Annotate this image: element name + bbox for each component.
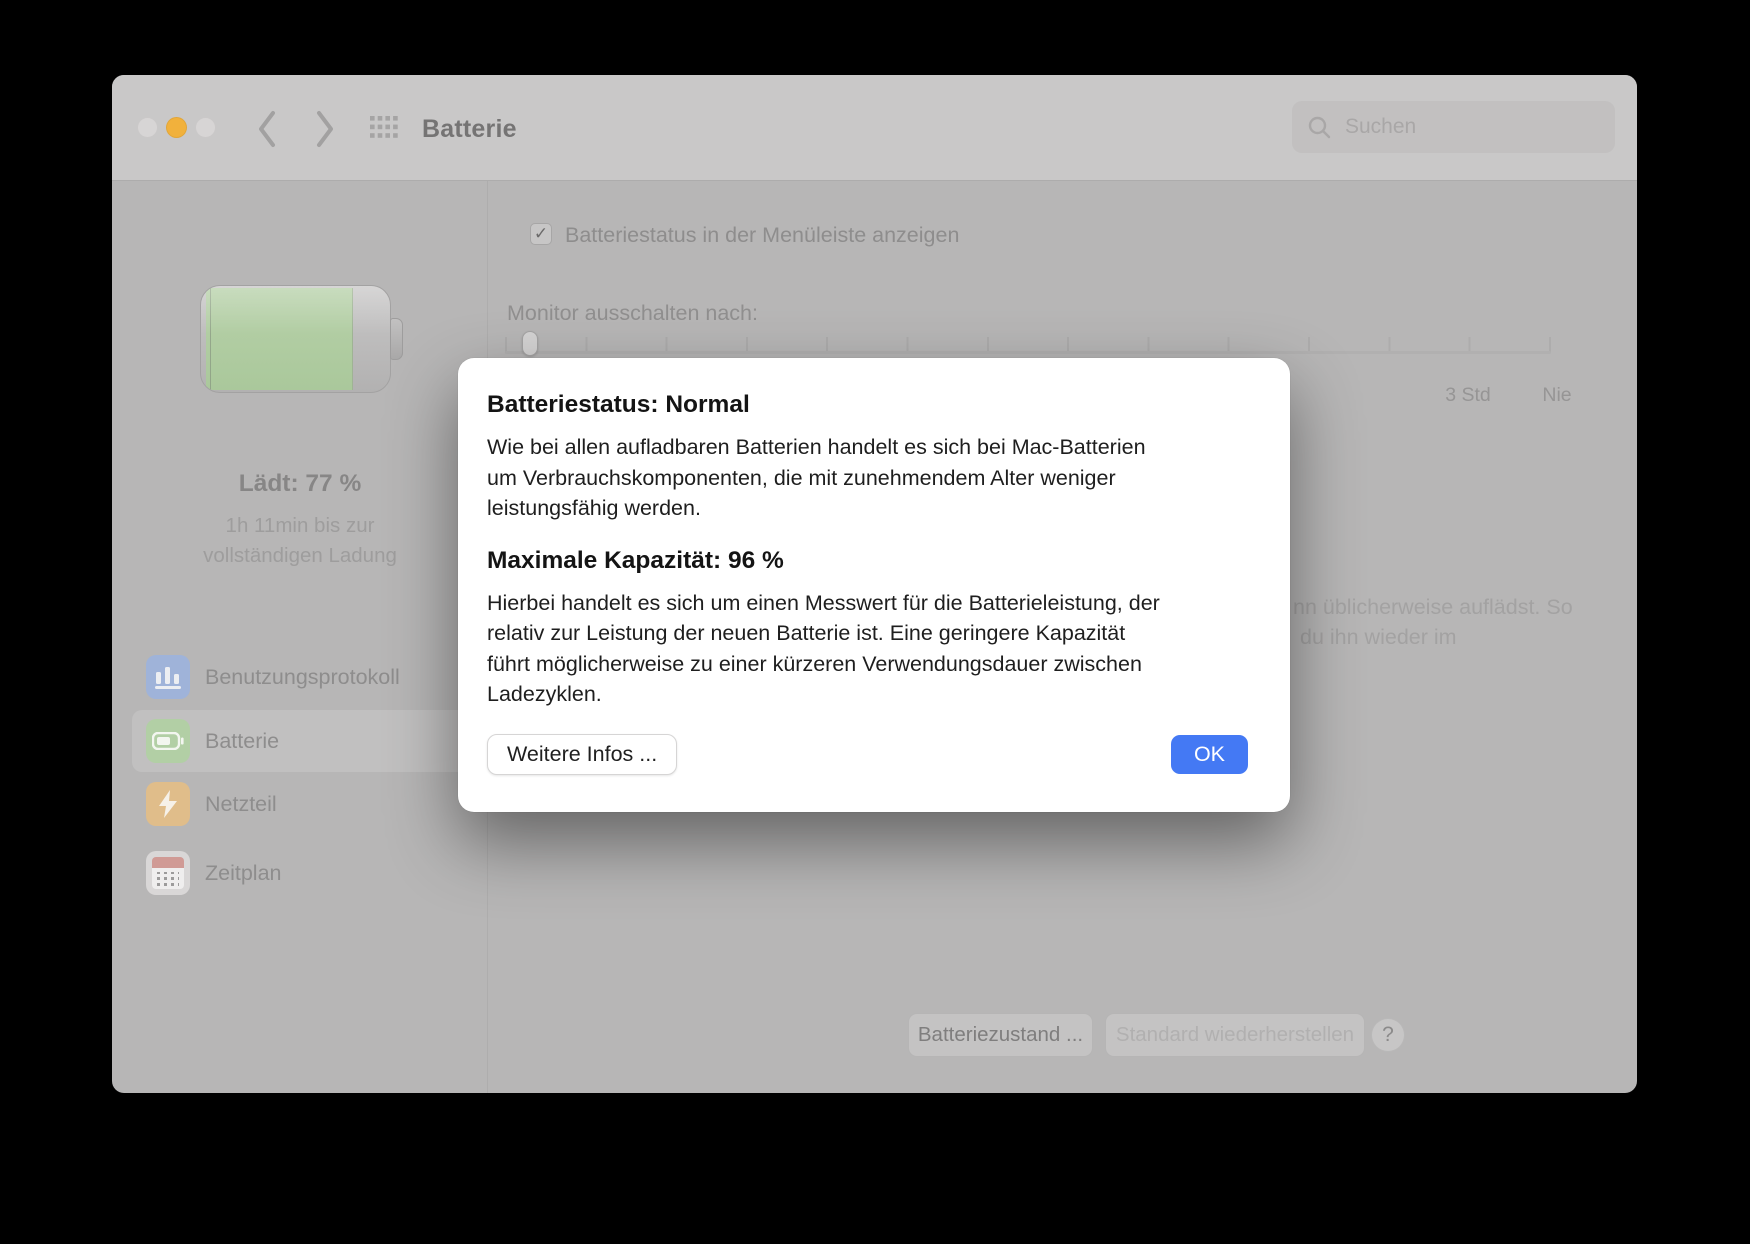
page-title: Batterie (422, 115, 517, 143)
battery-illustration (200, 285, 403, 393)
check-icon: ✓ (533, 224, 549, 243)
search-field[interactable] (1292, 101, 1615, 153)
sidebar-item-label: Netzteil (205, 791, 277, 816)
forward-button[interactable] (312, 108, 338, 150)
search-input[interactable] (1343, 114, 1587, 140)
restore-defaults-button[interactable]: Standard wiederherstellen (1105, 1013, 1365, 1057)
display-off-slider-thumb[interactable] (522, 331, 538, 356)
dialog-button-row: Weitere Infos ... OK (487, 734, 1248, 775)
battery-terminal (390, 318, 403, 360)
battery-status-dialog: Batteriestatus: Normal Wie bei allen auf… (458, 358, 1290, 812)
battery-health-button[interactable]: Batteriezustand ... (908, 1013, 1093, 1057)
minimize-window-button[interactable] (166, 117, 187, 138)
sidebar-item-label: Zeitplan (205, 860, 282, 885)
toolbar: Batterie (112, 75, 1637, 181)
sidebar-item-battery[interactable]: Batterie (132, 710, 470, 772)
sidebar-item-schedule[interactable]: Zeitplan (132, 842, 470, 904)
battery-icon (146, 719, 190, 763)
calendar-icon (146, 851, 190, 895)
show-all-grid-icon[interactable] (370, 116, 398, 139)
dialog-title: Batteriestatus: Normal (487, 391, 750, 418)
occluded-text-line: du ihn wieder im (1300, 625, 1457, 649)
close-window-button[interactable] (137, 117, 158, 138)
charge-time-remaining: 1h 11min bis zur vollständigen Ladung (203, 514, 397, 567)
menubar-status-checkbox[interactable]: ✓ (530, 223, 552, 245)
dialog-body-1: Wie bei allen aufladbaren Batterien hand… (487, 435, 1146, 520)
display-off-label: Monitor ausschalten nach: (507, 301, 758, 325)
battery-body (200, 285, 391, 393)
more-info-button[interactable]: Weitere Infos ... (487, 734, 678, 775)
sidebar-item-usage-history[interactable]: Benutzungsprotokoll (132, 646, 470, 708)
bolt-icon (146, 782, 190, 826)
traffic-lights (137, 117, 216, 138)
dialog-body-2: Hierbei handelt es sich um einen Messwer… (487, 590, 1160, 707)
sidebar-item-label: Benutzungsprotokoll (205, 664, 400, 689)
back-button[interactable] (254, 108, 280, 150)
search-icon (1308, 116, 1331, 138)
menubar-status-checkbox-label: Batteriestatus in der Menüleiste anzeige… (565, 223, 960, 247)
sidebar-item-label: Batterie (205, 728, 280, 753)
sidebar-item-power-adapter[interactable]: Netzteil (132, 773, 470, 835)
bar-chart-icon (146, 655, 190, 699)
slider-label-3std: 3 Std (1445, 384, 1491, 406)
occluded-text-line: nn üblicherweise auflädst. So (1293, 595, 1573, 619)
ok-button[interactable]: OK (1171, 735, 1248, 774)
help-button[interactable]: ? (1371, 1018, 1405, 1052)
display-off-slider-track[interactable] (505, 351, 1551, 354)
sidebar: Lädt: 77 % 1h 11min bis zur vollständige… (112, 181, 488, 1093)
charge-status-title: Lädt: 77 % (238, 470, 362, 497)
dialog-subtitle: Maximale Kapazität: 96 % (487, 546, 784, 574)
zoom-window-button[interactable] (195, 117, 216, 138)
slider-label-never: Nie (1542, 384, 1572, 406)
